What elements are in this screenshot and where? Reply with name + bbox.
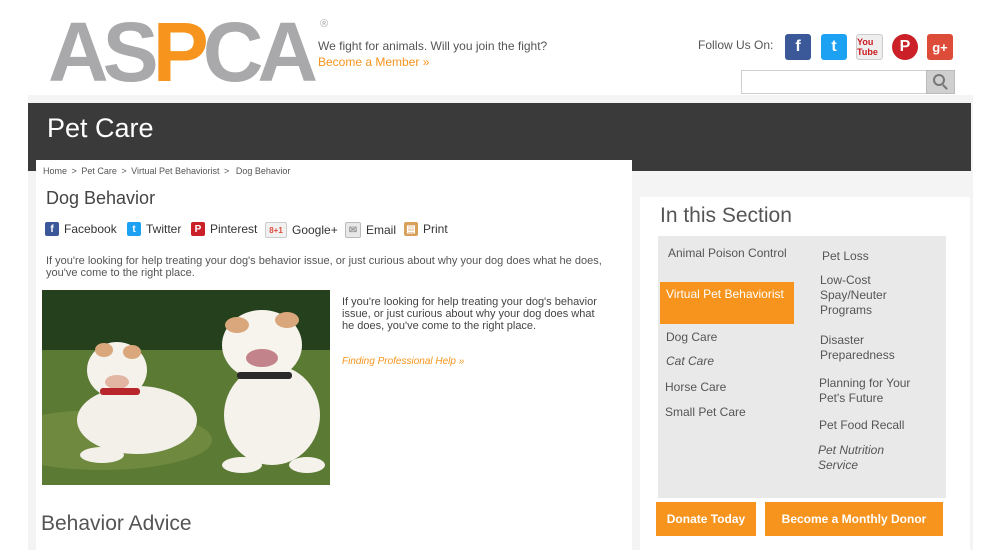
breadcrumb-pet-care[interactable]: Pet Care [81, 166, 117, 176]
breadcrumb-current: Dog Behavior [235, 166, 291, 176]
share-email-button[interactable]: ✉ Email [345, 222, 396, 238]
share-twitter-label: Twitter [146, 222, 182, 236]
bulldogs-photo [42, 290, 330, 485]
share-google-button[interactable]: 8+1 Google+ [265, 222, 338, 238]
aspca-logo[interactable]: AS P CA ® [48, 5, 329, 99]
nav-disaster-preparedness[interactable]: Disaster Preparedness [820, 333, 930, 363]
googleplus-icon: 8+1 [265, 222, 287, 238]
become-member-link[interactable]: Become a Member » [318, 55, 429, 69]
pinterest-icon: P [191, 222, 205, 236]
share-facebook-label: Facebook [64, 222, 117, 236]
nav-planning-pets-future[interactable]: Planning for Your Pet's Future [819, 376, 937, 406]
banner-title: Pet Care [47, 113, 154, 143]
tagline: We fight for animals. Will you join the … [318, 39, 548, 53]
print-icon: ▤ [404, 222, 418, 236]
donate-today-button[interactable]: Donate Today [656, 502, 756, 536]
share-twitter-button[interactable]: t Twitter [127, 222, 181, 236]
page-title: Dog Behavior [46, 188, 156, 208]
behavior-advice-heading: Behavior Advice [41, 512, 192, 535]
follow-us-label: Follow Us On: [698, 38, 774, 52]
print-label: Print [423, 222, 448, 236]
email-icon: ✉ [345, 222, 361, 238]
nav-small-pet-care[interactable]: Small Pet Care [665, 405, 746, 420]
logo-text-as: AS [48, 5, 159, 99]
nav-cat-care[interactable]: Cat Care [666, 354, 714, 369]
breadcrumb-home[interactable]: Home [43, 166, 67, 176]
registered-mark: ® [320, 18, 329, 30]
search-icon [932, 74, 945, 86]
googleplus-icon[interactable]: g+ [927, 34, 953, 60]
twitter-icon: t [127, 222, 141, 236]
share-pinterest-label: Pinterest [210, 222, 258, 236]
facebook-icon: f [45, 222, 59, 236]
breadcrumb-separator: > [71, 166, 77, 176]
breadcrumb-separator: > [121, 166, 127, 176]
pinterest-icon[interactable]: P [892, 34, 918, 60]
section-title: In this Section [660, 204, 792, 227]
youtube-icon[interactable]: You Tube [856, 34, 883, 60]
nav-animal-poison-control[interactable]: Animal Poison Control [668, 246, 788, 261]
logo-text-ca: CA [202, 5, 318, 99]
print-button[interactable]: ▤ Print [404, 222, 448, 236]
nav-pet-food-recall[interactable]: Pet Food Recall [819, 418, 904, 433]
nav-low-cost-spay-neuter[interactable]: Low-Cost Spay/Neuter Programs [820, 273, 930, 318]
share-google-label: Google+ [292, 223, 338, 237]
share-pinterest-button[interactable]: P Pinterest [191, 222, 257, 236]
nav-dog-care[interactable]: Dog Care [666, 330, 717, 345]
share-facebook-button[interactable]: f Facebook [45, 222, 117, 236]
nav-pet-nutrition-service[interactable]: Pet Nutrition Service [818, 443, 918, 473]
share-email-label: Email [366, 223, 397, 237]
facebook-icon[interactable]: f [785, 34, 811, 60]
monthly-donor-button[interactable]: Become a Monthly Donor [765, 502, 943, 536]
breadcrumb-virtual-pet-behaviorist[interactable]: Virtual Pet Behaviorist [131, 166, 219, 176]
breadcrumb: Home > Pet Care > Virtual Pet Behavioris… [43, 166, 292, 176]
nav-virtual-pet-behaviorist[interactable]: Virtual Pet Behaviorist [666, 287, 786, 302]
logo-text-p: P [152, 5, 209, 99]
breadcrumb-separator: > [224, 166, 230, 176]
finding-professional-help-link[interactable]: Finding Professional Help » [342, 356, 464, 367]
search-input[interactable] [741, 70, 931, 94]
nav-pet-loss[interactable]: Pet Loss [822, 249, 869, 264]
photo-caption: If you're looking for help treating your… [342, 296, 597, 332]
twitter-icon[interactable]: t [821, 34, 847, 60]
search-button[interactable] [926, 70, 955, 94]
nav-horse-care[interactable]: Horse Care [665, 380, 726, 395]
intro-paragraph: If you're looking for help treating your… [46, 255, 602, 279]
